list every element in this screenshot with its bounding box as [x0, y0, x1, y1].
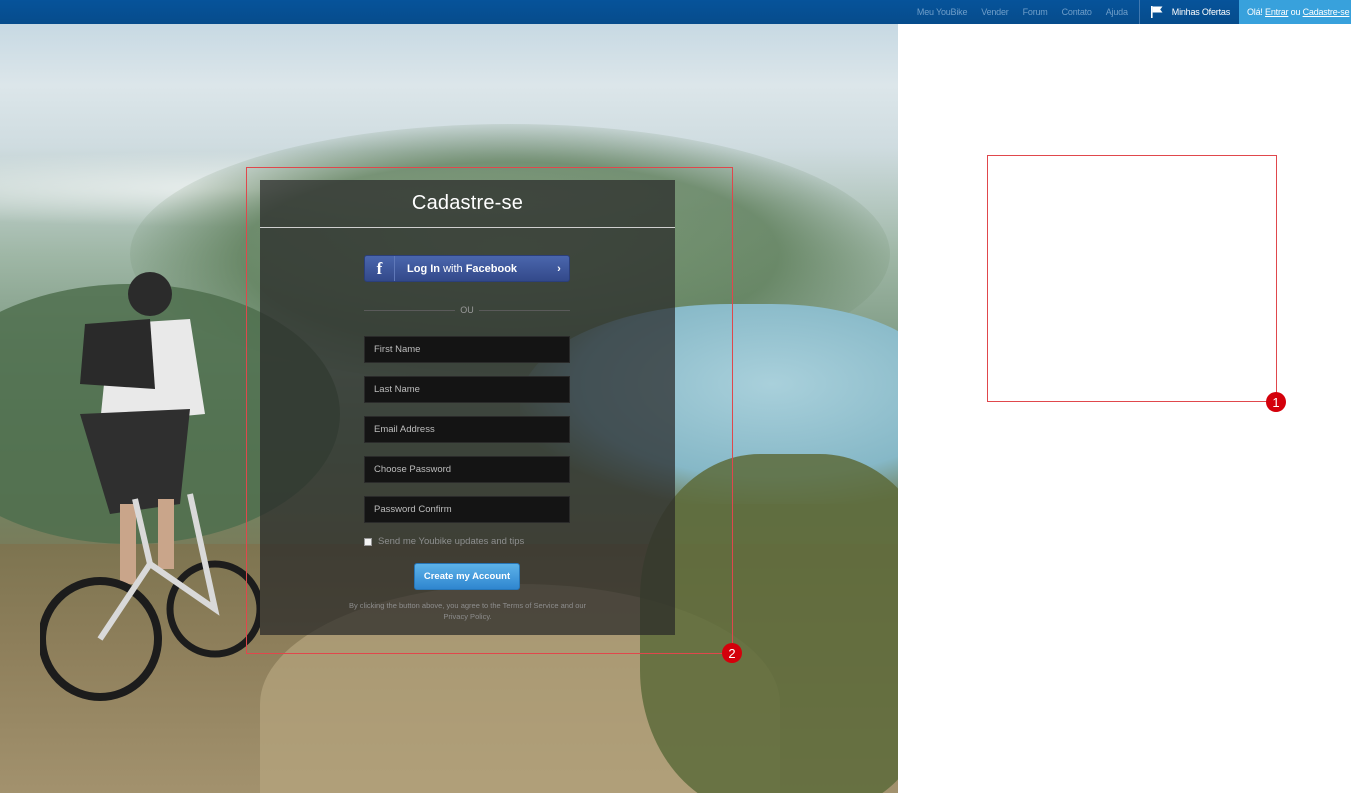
my-offers-link[interactable]: Minhas Ofertas [1144, 5, 1239, 19]
greeting-or: ou [1290, 7, 1301, 17]
nav-link-vender[interactable]: Vender [974, 7, 1015, 17]
annotation-badge-1: 1 [1266, 392, 1286, 412]
cyclist-illustration [40, 272, 260, 701]
nav-link-contato[interactable]: Contato [1055, 7, 1099, 17]
top-navigation-bar: Meu YouBike Vender Forum Contato Ajuda M… [0, 0, 1351, 24]
annotation-box-1 [987, 155, 1277, 402]
user-greeting: Olá! Entrar ou Cadastre-se [1239, 0, 1351, 24]
register-link[interactable]: Cadastre-se [1303, 7, 1350, 17]
my-offers-label: Minhas Ofertas [1171, 7, 1230, 17]
annotation-badge-2: 2 [722, 643, 742, 663]
greeting-prefix: Olá! [1247, 7, 1263, 17]
annotation-box-2 [246, 167, 733, 654]
nav-divider [1138, 0, 1140, 24]
nav-link-meu-youbike[interactable]: Meu YouBike [910, 7, 974, 17]
nav-link-ajuda[interactable]: Ajuda [1099, 7, 1135, 17]
nav-link-forum[interactable]: Forum [1016, 7, 1055, 17]
top-nav-links: Meu YouBike Vender Forum Contato Ajuda M… [910, 0, 1239, 24]
login-link[interactable]: Entrar [1265, 7, 1289, 17]
flag-icon [1150, 6, 1163, 18]
